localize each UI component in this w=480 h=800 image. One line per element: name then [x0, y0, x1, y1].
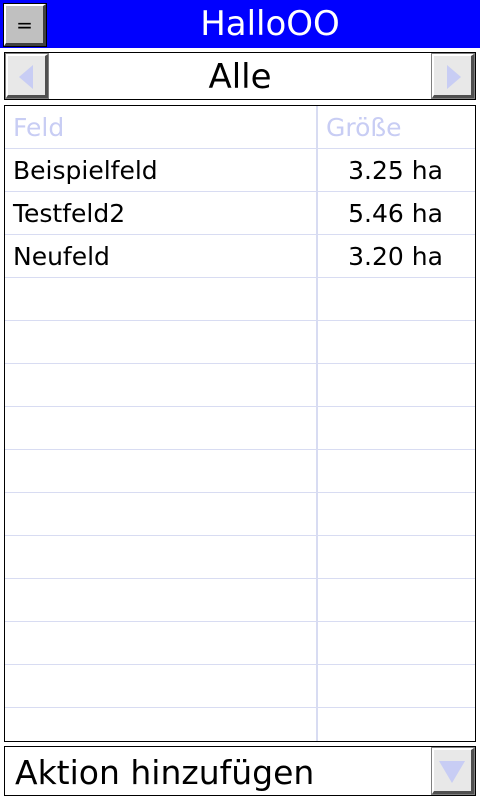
- empty-table-row: [5, 536, 475, 579]
- empty-table-row: [5, 579, 475, 622]
- app-title: HalloOO: [200, 4, 340, 44]
- category-selector: Alle: [4, 52, 476, 100]
- field-size: 3.20 ha: [348, 242, 443, 271]
- empty-table-row: [5, 665, 475, 708]
- category-label: Alle: [208, 57, 272, 97]
- field-name: Testfeld2: [13, 199, 126, 228]
- field-name: Neufeld: [13, 242, 110, 271]
- previous-category-button[interactable]: [5, 53, 49, 99]
- field-size: 5.46 ha: [348, 199, 443, 228]
- next-category-button[interactable]: [431, 53, 475, 99]
- column-header-size[interactable]: Größe: [318, 106, 475, 150]
- add-action-dropdown-button[interactable]: [431, 747, 475, 795]
- chevron-left-icon: [19, 65, 33, 89]
- menu-button[interactable]: =: [3, 3, 47, 47]
- empty-table-row: [5, 450, 475, 493]
- table-row[interactable]: Neufeld 3.20 ha: [5, 235, 475, 278]
- title-bar: = HalloOO: [0, 0, 480, 48]
- empty-table-row: [5, 493, 475, 536]
- empty-table-row: [5, 708, 475, 741]
- table-row[interactable]: Testfeld2 5.46 ha: [5, 192, 475, 235]
- empty-table-row: [5, 321, 475, 364]
- chevron-down-icon: [439, 761, 465, 783]
- add-action-label: Aktion hinzufügen: [15, 753, 315, 792]
- chevron-right-icon: [447, 65, 461, 89]
- column-header-field[interactable]: Feld: [13, 106, 64, 150]
- field-name: Beispielfeld: [13, 156, 158, 185]
- table-header: Feld Größe: [5, 106, 475, 149]
- field-size: 3.25 ha: [348, 156, 443, 185]
- empty-table-row: [5, 407, 475, 450]
- empty-table-row: [5, 278, 475, 321]
- empty-table-row: [5, 622, 475, 665]
- add-action-dropdown[interactable]: Aktion hinzufügen: [4, 746, 476, 796]
- table-row[interactable]: Beispielfeld 3.25 ha: [5, 149, 475, 192]
- empty-table-row: [5, 364, 475, 407]
- fields-table: Feld Größe Beispielfeld 3.25 ha Testfeld…: [4, 105, 476, 742]
